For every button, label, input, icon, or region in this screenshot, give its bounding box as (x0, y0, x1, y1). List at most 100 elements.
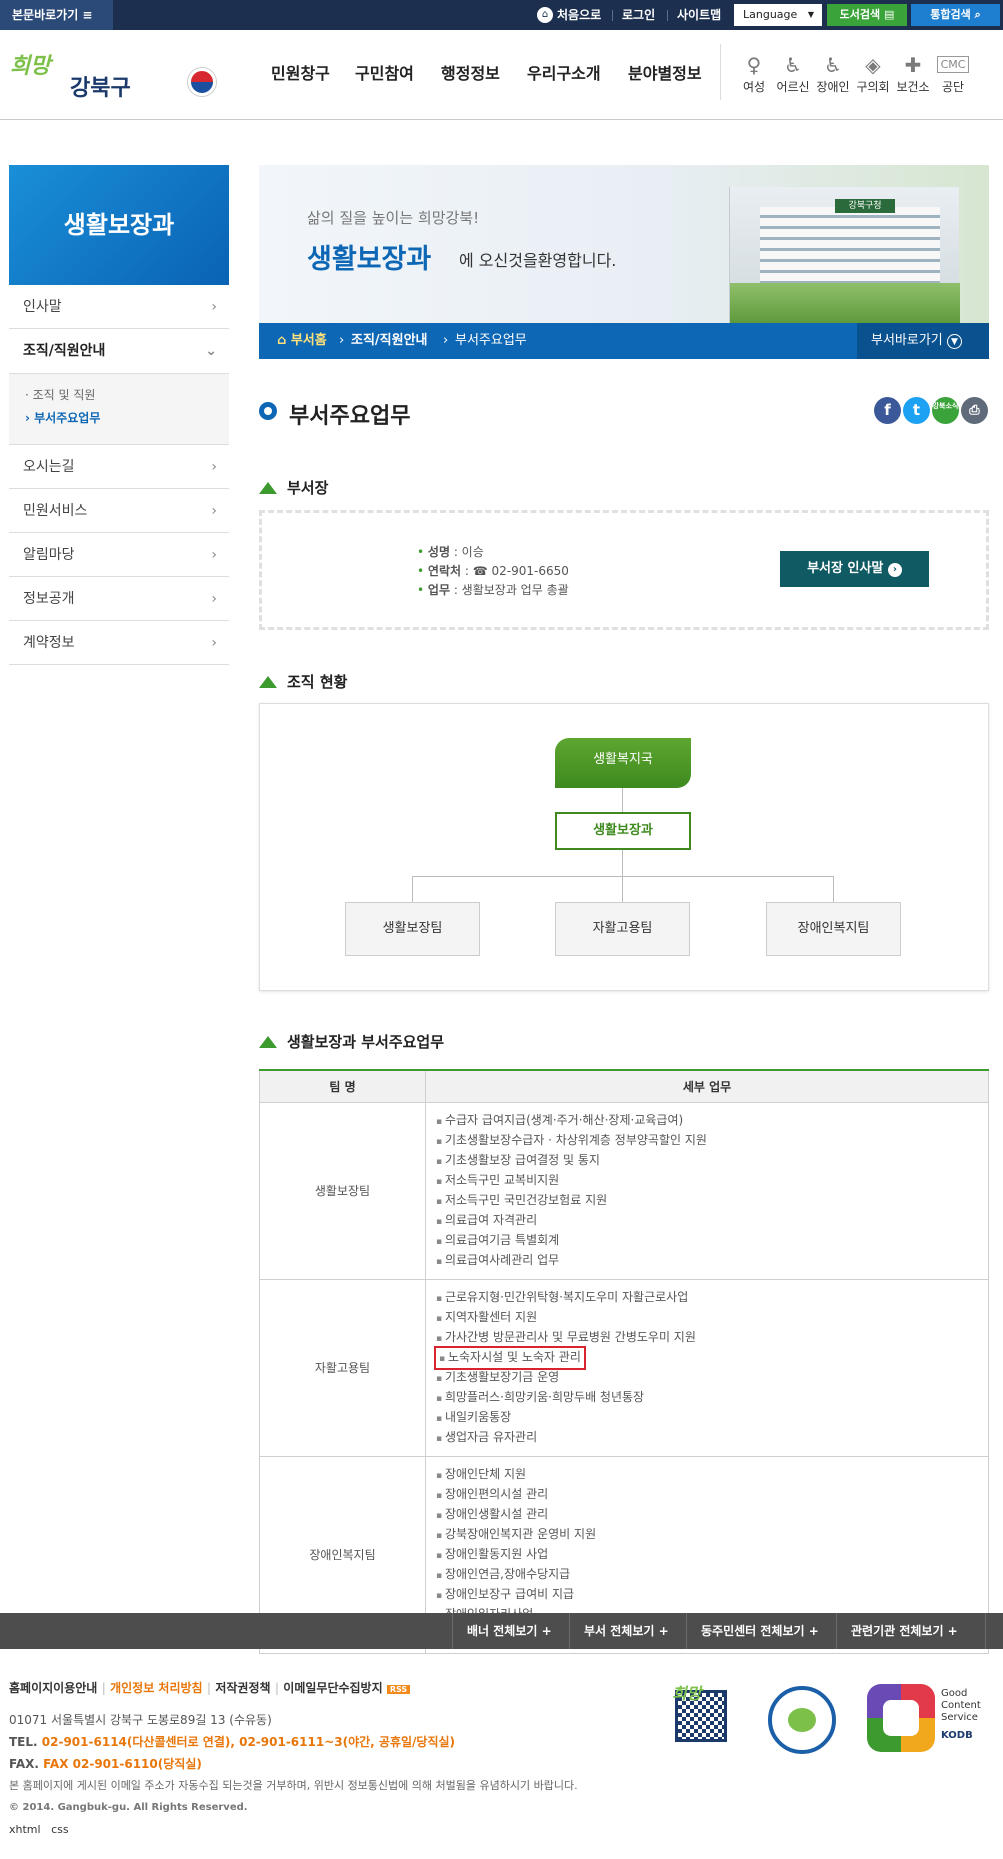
gangbuk-news-icon[interactable]: 강북소식 (932, 397, 959, 424)
lnb-sub-label: 조직 및 직원 (32, 388, 96, 402)
chevron-right-icon: › (443, 333, 449, 348)
quick-corporation[interactable]: CMC 공단 (933, 52, 973, 95)
chevron-down-circle-icon: ▼ (946, 334, 962, 349)
quick-label: 보건소 (896, 80, 930, 94)
chevron-right-icon: › (211, 459, 217, 475)
rss-icon[interactable]: RSS (386, 1685, 411, 1694)
quick-seniors[interactable]: ♿ 어르신 (773, 52, 813, 95)
good-content-service-icon: Good Content Service KODB (867, 1684, 991, 1756)
visual-dept-name: 생활보장과 (307, 244, 432, 275)
woman-icon: ♀ (746, 53, 762, 77)
lnb-sub-org[interactable]: · 조직 및 직원 (25, 386, 95, 403)
quick-council[interactable]: ◈ 구의회 (853, 52, 893, 95)
sitemap-link[interactable]: 사이트맵 (677, 0, 721, 30)
task-item: 기초생활보장수급자 · 차상위계층 정부양곡할인 지원 (436, 1131, 978, 1151)
separator (612, 10, 613, 21)
section-heading-head: 부서장 (259, 477, 328, 498)
dept-head-box: • 성명 : 이승 • 연락처 : ☎ 02-901-6650 • 업무 : 생… (259, 510, 989, 630)
lnb-label: 인사말 (23, 299, 62, 315)
gnb-field-info[interactable]: 분야별정보 (628, 60, 702, 84)
phone-icon: ☎ (472, 564, 488, 578)
name-label: 성명 (427, 545, 450, 559)
lnb-item-organization[interactable]: 조직/직원안내 ⌄ (9, 329, 229, 373)
task-item: 저소득구민 교복비지원 (436, 1171, 978, 1191)
facebook-icon[interactable]: f (874, 397, 901, 424)
visual-slogan: 삶의 질을 높이는 희망강북! (307, 209, 480, 227)
org-chart: 생활복지국 생활보장과 생활보장팀 자활고용팀 장애인복지팀 (259, 703, 989, 991)
fax-label: FAX. (9, 1757, 39, 1771)
task-list: 수급자 급여지급(생계·주거·해산·장제·교육급여)기초생활보장수급자 · 차상… (436, 1111, 978, 1271)
dept-shortcut-button[interactable]: 부서바로가기 ▼ (857, 323, 989, 359)
site-logo[interactable]: 희망 강북구 (10, 48, 220, 108)
xhtml-badge: xhtml (9, 1823, 41, 1836)
lnb-title: 생활보장과 (9, 165, 229, 285)
lnb-item-contracts[interactable]: 계약정보 › (9, 621, 229, 665)
team-name-cell: 생활보장팀 (259, 1101, 426, 1280)
lnb-item-notices[interactable]: 알림마당 › (9, 533, 229, 577)
breadcrumb-home[interactable]: ⌂ 부서홈 (277, 323, 327, 359)
lnb-sub-duties[interactable]: › 부서주요업무 (25, 409, 100, 426)
task-list-cell: 근로유지형·민간위탁형·복지도우미 자활근로사업지역자활센터 지원가사간병 방문… (425, 1278, 989, 1457)
wheelchair-icon: ♿ (824, 53, 842, 77)
lnb-label: 정보공개 (23, 591, 75, 607)
book-search-button[interactable]: 도서검색 ▤ (827, 4, 907, 26)
footer-link-usage[interactable]: 홈페이지이용안내 (9, 1681, 97, 1695)
gnb-participation[interactable]: 구민참여 (355, 60, 414, 84)
footer-copyright: © 2014. Gangbuk-gu. All Rights Reserved. (9, 1802, 248, 1813)
chevron-right-icon: › (211, 635, 217, 651)
lnb-item-directions[interactable]: 오시는길 › (9, 445, 229, 489)
task-item: 장애인생활시설 관리 (436, 1505, 978, 1525)
breadcrumb-level1[interactable]: 조직/직원안내 (351, 323, 428, 359)
senior-icon: ♿ (784, 53, 802, 77)
column-header: 세부 업무 (425, 1069, 989, 1103)
task-item: 기초생활보장 급여결정 및 통지 (436, 1151, 978, 1171)
footer-address: 01071 서울특별시 강북구 도봉로89길 13 (수유동) (9, 1713, 272, 1727)
dept-all-button[interactable]: 부서 전체보기 + (569, 1613, 686, 1649)
agencies-all-button[interactable]: 관련기관 전체보기 + (836, 1613, 986, 1649)
task-item: 강북장애인복지관 운영비 지원 (436, 1525, 978, 1545)
job-label: 업무 (427, 583, 450, 597)
chevron-right-icon: › (211, 503, 217, 519)
total-search-button[interactable]: 통합검색 ⌕ (911, 4, 1000, 26)
quick-label: 구의회 (856, 80, 890, 94)
quick-women[interactable]: ♀ 여성 (734, 52, 774, 95)
section-title: 조직 현황 (287, 673, 348, 691)
skip-to-content-link[interactable]: 본문바로가기 ≡ (0, 0, 113, 30)
footer-link-privacy[interactable]: 개인정보 처리방침 (110, 1681, 203, 1695)
banner-all-button[interactable]: 배너 전체보기 + (452, 1613, 569, 1649)
quick-label: 장애인 (816, 80, 850, 94)
building-image: 강북구청 (729, 187, 960, 323)
quick-disabled[interactable]: ♿ 장애인 (813, 52, 853, 95)
login-link[interactable]: 로그인 (622, 0, 655, 30)
gnb-admin-info[interactable]: 행정정보 (441, 60, 500, 84)
task-list-cell: 수급자 급여지급(생계·주거·해산·장제·교육급여)기초생활보장수급자 · 차상… (425, 1101, 989, 1280)
task-item: 수급자 급여지급(생계·주거·해산·장제·교육급여) (436, 1111, 978, 1131)
lnb-item-disclosure[interactable]: 정보공개 › (9, 577, 229, 621)
footer-link-email[interactable]: 이메일무단수집방지 (283, 1681, 382, 1695)
quick-health[interactable]: ✚ 보건소 (893, 52, 933, 95)
lnb-label: 조직/직원안내 (23, 343, 106, 359)
print-icon[interactable]: ⎙ (961, 397, 988, 424)
community-center-all-button[interactable]: 동주민센터 전체보기 + (686, 1613, 836, 1649)
task-item: 장애인보장구 급여비 지급 (436, 1585, 978, 1605)
task-item: 희망플러스·희망키움·희망두배 청년통장 (436, 1388, 978, 1408)
task-item: 장애인편의시설 관리 (436, 1485, 978, 1505)
footer-link-copyright[interactable]: 저작권정책 (215, 1681, 270, 1695)
greeting-button[interactable]: 부서장 인사말 › (780, 551, 929, 587)
kodb-label: KODB (941, 1730, 973, 1741)
lnb-item-greeting[interactable]: 인사말 › (9, 285, 229, 329)
lnb-item-civil-service[interactable]: 민원서비스 › (9, 489, 229, 533)
language-label: Language (743, 8, 798, 21)
civil-service-seal-icon (768, 1686, 836, 1754)
gnb-civil-window[interactable]: 민원창구 (271, 60, 330, 84)
language-select[interactable]: Language ▼ (734, 4, 822, 26)
table-row: 생활보장팀수급자 급여지급(생계·주거·해산·장제·교육급여)기초생활보장수급자… (259, 1101, 989, 1280)
lnb-label: 오시는길 (23, 459, 75, 475)
chevron-down-icon: ⌄ (205, 343, 217, 359)
tel-label: 연락처 (427, 564, 462, 578)
twitter-icon[interactable]: t (903, 397, 930, 424)
gnb-about[interactable]: 우리구소개 (527, 60, 601, 84)
council-icon: ◈ (865, 53, 881, 77)
separator (667, 10, 668, 21)
home-link[interactable]: 처음으로 (557, 0, 601, 30)
